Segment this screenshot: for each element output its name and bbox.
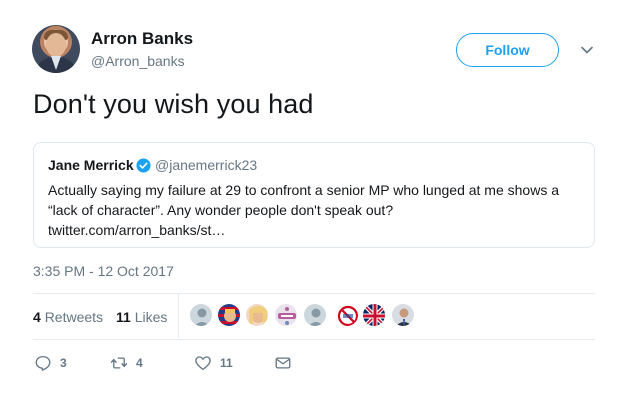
- tweet-timestamp[interactable]: 3:35 PM - 12 Oct 2017: [33, 263, 174, 279]
- quoted-link[interactable]: twitter.com/arron_banks/st…: [48, 220, 588, 240]
- reply-icon: [35, 355, 51, 371]
- liker-avatar[interactable]: [217, 303, 241, 327]
- liker-avatar[interactable]: [303, 303, 327, 327]
- like-action[interactable]: 11: [194, 353, 233, 373]
- chevron-down-icon[interactable]: [580, 43, 594, 57]
- retweets-label: Retweets: [44, 309, 104, 325]
- heart-icon: [195, 356, 211, 371]
- quoted-text-line: Actually saying my failure at 29 to conf…: [48, 182, 560, 198]
- like-count: 11: [220, 356, 233, 370]
- follow-button[interactable]: Follow: [456, 33, 559, 67]
- quoted-tweet-text: Actually saying my failure at 29 to conf…: [48, 180, 588, 240]
- liker-avatar[interactable]: [189, 303, 213, 327]
- reply-count: 3: [60, 356, 67, 370]
- liker-avatar[interactable]: [391, 303, 415, 327]
- divider: [33, 339, 595, 340]
- likes-count: 11: [116, 309, 131, 325]
- quoted-author-name: Jane Merrick: [48, 157, 134, 173]
- quoted-text-line: “lack of character”. Any wonder people d…: [48, 202, 394, 218]
- tweet-card: Arron Banks @Arron_banks Follow Don't yo…: [0, 0, 627, 403]
- envelope-icon: [275, 357, 291, 369]
- retweet-action[interactable]: 4: [110, 353, 143, 373]
- direct-message-action[interactable]: [274, 353, 292, 373]
- retweet-count: 4: [136, 356, 143, 370]
- verified-badge-icon: [136, 158, 151, 173]
- tweet-text: Don't you wish you had: [33, 89, 314, 119]
- liker-avatar[interactable]: [274, 303, 298, 327]
- liker-avatar[interactable]: [362, 303, 386, 327]
- author-handle[interactable]: @Arron_banks: [91, 53, 185, 69]
- likes-stat[interactable]: 11 Likes: [116, 309, 167, 325]
- quoted-tweet[interactable]: Jane Merrick @janemerrick23 Actually say…: [33, 142, 595, 248]
- liker-avatar[interactable]: [245, 303, 269, 327]
- retweet-icon: [110, 357, 128, 369]
- quoted-author-handle: @janemerrick23: [155, 157, 258, 173]
- likes-label: Likes: [134, 309, 168, 325]
- stats-separator: [178, 294, 179, 338]
- retweets-count: 4: [33, 309, 41, 325]
- liker-avatar[interactable]: [335, 303, 359, 327]
- retweets-stat[interactable]: 4 Retweets: [33, 309, 103, 325]
- reply-action[interactable]: 3: [34, 353, 67, 373]
- author-name[interactable]: Arron Banks: [91, 29, 193, 49]
- author-avatar[interactable]: [32, 25, 80, 73]
- divider: [33, 293, 595, 294]
